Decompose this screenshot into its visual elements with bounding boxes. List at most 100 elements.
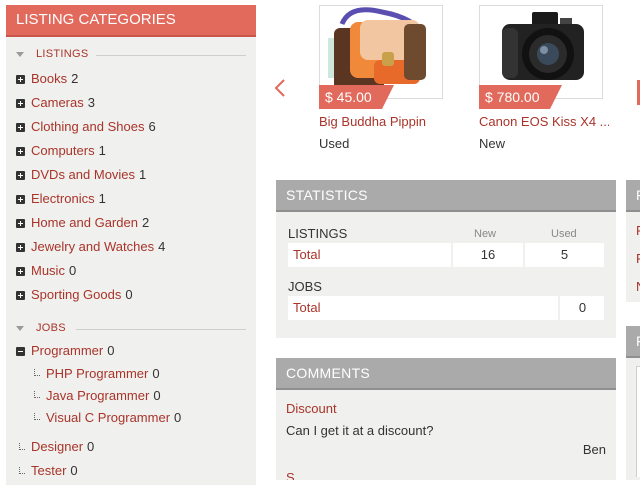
- sidebar-title: LISTING CATEGORIES: [6, 5, 256, 37]
- subcategory-item-php: PHP Programmer 0: [6, 363, 256, 385]
- category-item-books: Books 2: [6, 67, 256, 91]
- expand-plus-icon[interactable]: [16, 195, 25, 204]
- product-condition: Used: [319, 136, 350, 151]
- category-item-jewelry: Jewelry and Watches 4: [6, 235, 256, 259]
- category-count: 3: [87, 95, 95, 110]
- price-tag: $ 45.00: [319, 85, 394, 109]
- category-item-electronics: Electronics 1: [6, 187, 256, 211]
- product-title-link[interactable]: Canon EOS Kiss X4 ...: [479, 114, 609, 129]
- total-used-value: 5: [525, 243, 604, 267]
- expand-plus-icon[interactable]: [16, 99, 25, 108]
- category-count: 1: [98, 143, 106, 158]
- category-link[interactable]: Music: [31, 263, 65, 278]
- total-link[interactable]: Total: [288, 243, 456, 267]
- collapse-triangle-icon[interactable]: [16, 326, 24, 331]
- total-link[interactable]: Total: [288, 296, 563, 320]
- total-new-value: 16: [453, 243, 523, 267]
- category-count: 2: [141, 215, 150, 230]
- category-count: 1: [139, 167, 147, 182]
- collapse-minus-icon[interactable]: [16, 347, 25, 356]
- carousel-prev-button[interactable]: [273, 79, 287, 97]
- comment-title-link[interactable]: Discount: [286, 401, 337, 416]
- category-count: 0: [125, 287, 133, 302]
- next-comment-title-partial[interactable]: S: [286, 471, 294, 480]
- category-count: 4: [158, 239, 166, 254]
- category-link[interactable]: Home and Garden: [31, 215, 138, 230]
- cell-separator: [558, 296, 560, 320]
- jobs-total-value: 0: [561, 296, 604, 320]
- subcategory-link[interactable]: Visual C Programmer: [46, 410, 170, 425]
- expand-plus-icon[interactable]: [16, 75, 25, 84]
- listings-heading: LISTINGS: [36, 48, 89, 60]
- right-panel-partial: F F F N: [626, 180, 640, 302]
- expand-plus-icon[interactable]: [16, 291, 25, 300]
- category-count: 0: [68, 263, 77, 278]
- category-count: 2: [71, 71, 79, 86]
- subcategory-count: 0: [152, 366, 160, 381]
- category-count: 1: [98, 191, 106, 206]
- jobs-stats-label: JOBS: [288, 279, 322, 294]
- category-link[interactable]: Jewelry and Watches: [31, 239, 154, 254]
- category-link[interactable]: DVDs and Movies: [31, 167, 135, 182]
- category-link[interactable]: Clothing and Shoes: [31, 119, 144, 134]
- tree-elbow-icon: [34, 413, 40, 420]
- subcategory-count: 0: [153, 388, 161, 403]
- collapse-triangle-icon[interactable]: [16, 52, 24, 57]
- category-link[interactable]: Books: [31, 71, 67, 86]
- right-panel-link-partial[interactable]: N: [636, 279, 640, 294]
- statistics-title: STATISTICS: [276, 180, 616, 212]
- expand-plus-icon[interactable]: [16, 219, 25, 228]
- listings-total-row: Total 16 5: [288, 243, 604, 267]
- chevron-left-icon[interactable]: [273, 79, 287, 97]
- jobs-stats: JOBS Total 0: [288, 276, 604, 320]
- category-item-designer: Designer 0: [6, 435, 256, 459]
- tree-elbow-icon: [19, 467, 25, 474]
- category-item-tester: Tester 0: [6, 459, 256, 483]
- comments-panel: COMMENTS Discount Can I get it at a disc…: [276, 358, 616, 480]
- category-link[interactable]: Designer: [31, 439, 83, 454]
- right-panel-link-partial[interactable]: F: [636, 223, 640, 238]
- statistics-panel: STATISTICS LISTINGS New Used Total 16 5 …: [276, 180, 616, 338]
- category-count: 6: [148, 119, 156, 134]
- category-item-cameras: Cameras 3: [6, 91, 256, 115]
- subcategory-link[interactable]: Java Programmer: [46, 388, 149, 403]
- listing-categories-sidebar: LISTING CATEGORIES LISTINGS Books 2 Camer…: [6, 5, 256, 485]
- product-title-link[interactable]: Big Buddha Pippin: [319, 114, 449, 129]
- listings-category-list: Books 2 Cameras 3 Clothing and Shoes 6 Comp…: [6, 67, 256, 307]
- jobs-total-row: Total 0: [288, 296, 604, 320]
- section-divider: [76, 329, 246, 330]
- expand-plus-icon[interactable]: [16, 147, 25, 156]
- category-link[interactable]: Cameras: [31, 95, 84, 110]
- section-divider: [96, 55, 246, 56]
- category-link[interactable]: Tester: [31, 463, 66, 478]
- category-link[interactable]: Electronics: [31, 191, 95, 206]
- category-count: 0: [70, 463, 78, 478]
- price-tag: $ 780.00: [479, 85, 561, 109]
- category-item-home-garden: Home and Garden 2: [6, 211, 256, 235]
- listings-section-header[interactable]: LISTINGS: [6, 43, 256, 67]
- expand-plus-icon[interactable]: [16, 267, 25, 276]
- category-item-clothing: Clothing and Shoes 6: [6, 115, 256, 139]
- right-panel-content-box: [636, 366, 640, 477]
- category-link[interactable]: Programmer: [31, 343, 103, 358]
- category-item-music: Music 0: [6, 259, 256, 283]
- jobs-heading: JOBS: [36, 322, 66, 334]
- tree-elbow-icon: [19, 443, 25, 450]
- expand-plus-icon[interactable]: [16, 171, 25, 180]
- category-link[interactable]: Sporting Goods: [31, 287, 121, 302]
- subcategory-link[interactable]: PHP Programmer: [46, 366, 148, 381]
- subcategory-item-java: Java Programmer 0: [6, 385, 256, 407]
- expand-plus-icon[interactable]: [16, 243, 25, 252]
- right-panel-title-partial: F: [626, 180, 640, 212]
- category-link[interactable]: Computers: [31, 143, 95, 158]
- right-panel-partial: F: [626, 326, 640, 480]
- expand-plus-icon[interactable]: [16, 123, 25, 132]
- subcategory-count: 0: [174, 410, 182, 425]
- right-panel-link-partial[interactable]: F: [636, 251, 640, 266]
- tree-elbow-icon: [34, 391, 40, 398]
- comments-title: COMMENTS: [276, 358, 616, 390]
- column-used: Used: [551, 228, 577, 240]
- category-item-computers: Computers 1: [6, 139, 256, 163]
- jobs-section-header[interactable]: JOBS: [6, 317, 256, 341]
- listings-stats: LISTINGS New Used Total 16 5: [288, 223, 604, 267]
